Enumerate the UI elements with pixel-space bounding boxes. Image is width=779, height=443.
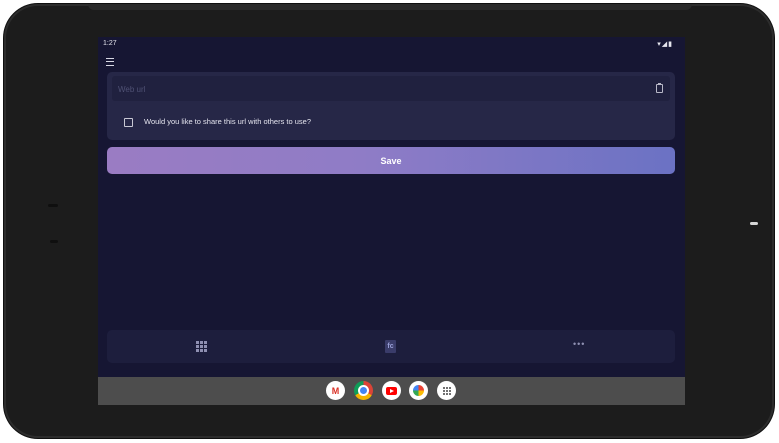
url-placeholder: Web url — [118, 85, 146, 94]
clipboard-icon[interactable] — [656, 83, 663, 93]
share-label: Would you like to share this url with ot… — [144, 117, 312, 126]
camera — [750, 222, 758, 225]
status-time: 1:27 — [103, 40, 117, 47]
app-logo-icon[interactable]: fc — [385, 340, 396, 353]
youtube-icon[interactable] — [382, 381, 401, 400]
url-card: Web url Would you like to share this url… — [107, 72, 675, 140]
side-button — [50, 240, 58, 243]
menu-icon[interactable] — [106, 58, 114, 66]
gmail-icon[interactable]: M — [326, 381, 345, 400]
chrome-icon[interactable] — [354, 381, 373, 400]
bottom-nav: fc ••• — [107, 330, 675, 363]
status-icons: ▾◢▮ — [657, 41, 673, 48]
status-bar: 1:27 ▾◢▮ — [98, 37, 685, 51]
save-button[interactable]: Save — [107, 147, 675, 174]
taskbar: M — [98, 377, 685, 405]
app-drawer-icon[interactable] — [437, 381, 456, 400]
url-input[interactable]: Web url — [112, 76, 670, 101]
photos-icon[interactable] — [409, 381, 428, 400]
screen: 1:27 ▾◢▮ Web url Would you like to share… — [98, 37, 685, 405]
share-checkbox[interactable] — [124, 118, 133, 127]
grid-icon[interactable] — [196, 341, 207, 352]
side-button — [48, 204, 58, 207]
more-icon[interactable]: ••• — [573, 339, 585, 349]
